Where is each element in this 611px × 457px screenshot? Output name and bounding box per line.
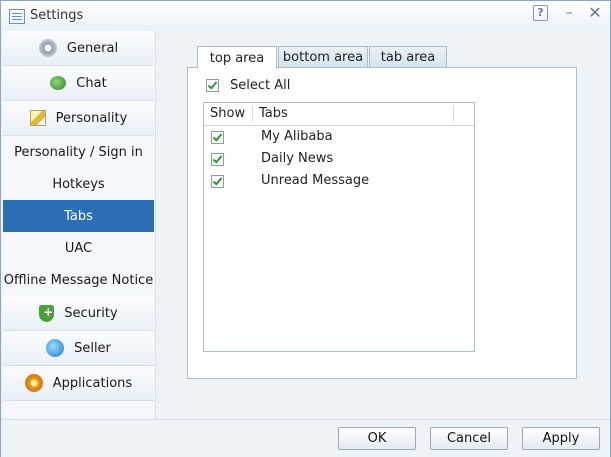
tabs-list: Show Tabs My Alibaba Daily News Unread M… [203,102,475,352]
window-title: Settings [30,8,84,23]
sidebar-item-uac[interactable]: UAC [3,232,154,264]
pencil-icon [29,110,46,126]
sidebar-item-label: Offline Message Notice [3,272,154,288]
select-all-label: Select All [230,78,291,93]
sidebar-item-label: Tabs [64,208,93,224]
sidebar-item-offline-message-notice[interactable]: Offline Message Notice [3,264,154,296]
sidebar-item-label: Chat [76,75,107,91]
sidebar-item-label: Seller [74,340,111,356]
sidebar-item-security[interactable]: Security [3,296,154,331]
tab-top-area[interactable]: top area [197,46,277,69]
show-checkbox[interactable] [211,175,224,188]
list-item[interactable]: My Alibaba [204,126,474,148]
sidebar-item-label: Personality [55,110,128,126]
sidebar-item-label: Security [64,305,118,321]
sidebar-item-label: UAC [64,240,93,256]
list-item-label: Daily News [261,151,334,166]
list-item-label: My Alibaba [261,129,333,144]
sidebar-item-label: Applications [52,375,133,391]
tab-tab-area[interactable]: tab area [369,46,447,68]
sidebar-item-personality-sign-in[interactable]: Personality / Sign in [3,136,154,168]
list-item-label: Unread Message [261,173,370,188]
settings-window: Settings ? – ✕ General Chat Personality … [0,0,611,457]
list-item[interactable]: Daily News [204,148,474,170]
tab-label: top area [209,50,265,66]
ok-button[interactable]: OK [338,427,416,450]
gear-icon [38,39,57,57]
help-button[interactable]: ? [533,5,548,21]
sidebar-item-label: General [66,40,119,56]
select-all-checkbox[interactable] [206,79,219,92]
tabs-settings-content: top area bottom area tab area Select All… [157,31,609,419]
column-header-show[interactable]: Show [210,106,245,121]
cancel-button[interactable]: Cancel [430,427,508,450]
chat-icon [50,76,67,90]
seller-icon [46,339,65,357]
show-checkbox[interactable] [211,153,224,166]
tab-bottom-area[interactable]: bottom area [278,46,368,68]
top-area-panel: Select All Show Tabs My Alibaba Daily Ne… [187,67,577,379]
apply-button[interactable]: Apply [522,427,600,450]
applications-icon [24,374,43,392]
show-checkbox[interactable] [211,131,224,144]
column-header-tabs[interactable]: Tabs [259,106,288,121]
shield-icon [39,304,55,322]
column-divider[interactable] [252,106,253,122]
sidebar-item-label: Hotkeys [52,176,105,192]
title-bar[interactable]: Settings ? – ✕ [1,1,610,31]
sidebar-item-personality[interactable]: Personality [3,101,154,136]
sidebar: General Chat Personality Personality / S… [3,31,156,419]
sidebar-item-general[interactable]: General [3,31,154,66]
dialog-footer: OK Cancel Apply [1,419,610,457]
column-divider[interactable] [453,106,454,122]
sidebar-item-seller[interactable]: Seller [3,331,154,366]
list-item[interactable]: Unread Message [204,170,474,192]
sidebar-item-tabs[interactable]: Tabs [3,200,154,232]
sidebar-item-label: Personality / Sign in [14,144,143,160]
sidebar-item-applications[interactable]: Applications [3,366,154,401]
sidebar-item-hotkeys[interactable]: Hotkeys [3,168,154,200]
list-header: Show Tabs [204,103,474,126]
close-button[interactable]: ✕ [586,4,604,22]
tab-label: tab area [380,50,436,65]
minimize-button[interactable]: – [560,4,578,22]
settings-window-icon [9,9,25,24]
tab-label: bottom area [282,50,364,65]
sidebar-item-chat[interactable]: Chat [3,66,154,101]
